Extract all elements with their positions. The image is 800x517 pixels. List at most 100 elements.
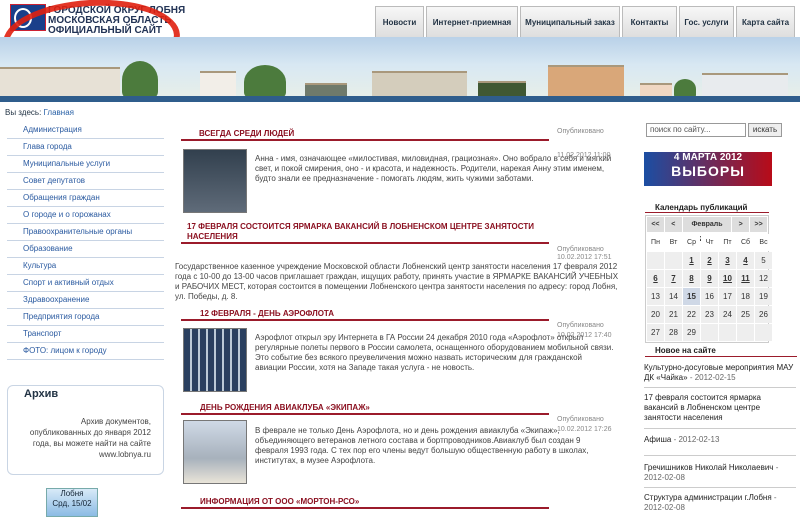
calendar-day-link[interactable]: 2 [701, 252, 718, 269]
new-on-site-underline [645, 356, 797, 357]
article-title[interactable]: ИНФОРМАЦИЯ ОТ ООО «МОРТОН-РСО» [200, 497, 359, 507]
calendar-day-link[interactable]: 11 [737, 270, 754, 287]
breadcrumb-current[interactable]: Главная [44, 108, 74, 117]
search-button[interactable]: искать [748, 123, 782, 137]
left-sidebar-menu: Администрация Глава города Муниципальные… [7, 122, 164, 360]
calendar-weekday: Вт [665, 234, 682, 251]
calendar-prev-year[interactable]: << [647, 217, 664, 232]
divider [644, 455, 796, 456]
article-title-underline [181, 242, 549, 244]
new-item-date: - 2012-02-15 [689, 373, 736, 382]
menu-sport[interactable]: Спорт и активный отдых [7, 275, 164, 292]
article-title[interactable]: ВСЕГДА СРЕДИ ЛЮДЕЙ [199, 129, 294, 139]
new-item-title: Афиша [644, 435, 672, 444]
calendar-weekday: Пт [719, 234, 736, 251]
menu-municipal-services[interactable]: Муниципальные услуги [7, 156, 164, 173]
header: ГОРОДСКОЙ ОКРУГ ЛОБНЯ МОСКОВСКАЯ ОБЛАСТЬ… [0, 0, 800, 102]
menu-about-city[interactable]: О городе и о горожанах [7, 207, 164, 224]
calendar-day: 23 [701, 306, 718, 323]
calendar-day-link[interactable]: 4 [737, 252, 754, 269]
menu-enterprises[interactable]: Предприятия города [7, 309, 164, 326]
calendar-day: 12 [755, 270, 772, 287]
widget-city: Лобня [60, 489, 84, 498]
new-on-site-title: Новое на сайте [655, 346, 716, 355]
calendar-month-label: Февраль 2012 [682, 217, 732, 243]
article-title-continued[interactable]: НАСЕЛЕНИЯ [187, 232, 238, 242]
nav-tab-contacts[interactable]: Контакты [622, 6, 677, 38]
article-title[interactable]: 12 ФЕВРАЛЯ - ДЕНЬ АЭРОФЛОТА [200, 309, 334, 319]
article-published-label: Опубликовано [557, 246, 604, 253]
calendar-grid: Пн Вт Ср Чт Пт Сб Вс 1 2 3 4 5 6 7 8 9 10 11 12 13 14 15 16 17 1… [646, 233, 772, 342]
menu-transport[interactable]: Транспорт [7, 326, 164, 343]
menu-culture[interactable]: Культура [7, 258, 164, 275]
menu-health[interactable]: Здравоохранение [7, 292, 164, 309]
calendar-day [737, 324, 754, 341]
article-photo[interactable] [183, 328, 247, 392]
new-item[interactable]: Культурно-досуговые мероприятия МАУ ДК «… [644, 363, 796, 383]
new-item[interactable]: Афиша - 2012-02-13 [644, 435, 796, 445]
divider [644, 487, 796, 488]
calendar-day-link[interactable]: 9 [701, 270, 718, 287]
article-published-label: Опубликовано [557, 322, 604, 329]
new-item-date: - 2012-02-13 [673, 435, 720, 444]
menu-administration[interactable]: Администрация [7, 122, 164, 139]
nav-tab-municipal-order[interactable]: Муниципальный заказ [520, 6, 620, 38]
calendar-day-link[interactable]: 1 [683, 252, 700, 269]
menu-photo[interactable]: ФОТО: лицом к городу [7, 343, 164, 360]
search-input[interactable]: поиск по сайту... [646, 123, 746, 137]
calendar-day-link[interactable]: 6 [647, 270, 664, 287]
calendar-day: 25 [737, 306, 754, 323]
new-item[interactable]: Гречишников Николай Николаевич - 2012-02… [644, 463, 796, 483]
nav-tab-gov-services[interactable]: Гос. услуги [679, 6, 734, 38]
elections-label: ВЫБОРЫ [671, 163, 745, 179]
calendar-next-year[interactable]: >> [750, 217, 768, 232]
calendar-weekday: Ср [683, 234, 700, 251]
nav-tab-news[interactable]: Новости [375, 6, 424, 38]
menu-head-of-city[interactable]: Глава города [7, 139, 164, 156]
calendar-day: 16 [701, 288, 718, 305]
archive-box: Архив Архив документов, опубликованных д… [7, 385, 164, 475]
calendar-day: 19 [755, 288, 772, 305]
calendar-day: 21 [665, 306, 682, 323]
article-photo[interactable] [183, 149, 247, 213]
new-item[interactable]: Структура администрации г.Лобня - 2012-0… [644, 493, 796, 513]
article-photo[interactable] [183, 420, 247, 484]
new-item-title: Структура администрации г.Лобня [644, 493, 772, 502]
calendar-next-month[interactable]: > [732, 217, 750, 232]
nav-tab-reception[interactable]: Интернет-приемная [426, 6, 518, 38]
elections-date: 4 МАРТА 2012 [673, 152, 743, 163]
calendar-day: 14 [665, 288, 682, 305]
calendar-day: 24 [719, 306, 736, 323]
menu-law-enforcement[interactable]: Правоохранительные органы [7, 224, 164, 241]
archive-title: Архив [22, 388, 61, 400]
article-title[interactable]: ДЕНЬ РОЖДЕНИЯ АВИАКЛУБА «ЭКИПАЖ» [200, 403, 370, 413]
article-title-underline [181, 319, 549, 321]
calendar-day: 29 [683, 324, 700, 341]
menu-education[interactable]: Образование [7, 241, 164, 258]
article-title-underline [181, 139, 549, 141]
new-item-title: Гречишников Николай Николаевич [644, 463, 774, 472]
article-text: Государственное казенное учреждение Моск… [175, 262, 619, 301]
banner-station [372, 71, 467, 99]
article-date: 10.02.2012 17:51 [557, 254, 612, 261]
publication-calendar: << < Февраль 2012 > >> ПнВтСрЧтПтСбВс123… [645, 215, 772, 343]
banner-church [200, 71, 236, 99]
nav-tab-sitemap[interactable]: Карта сайта [736, 6, 795, 38]
calendar-day: 22 [683, 306, 700, 323]
weather-widget[interactable]: Лобня Срд, 15/02 [46, 488, 98, 517]
calendar-day: 17 [719, 288, 736, 305]
breadcrumb-prefix: Вы здесь: [5, 108, 42, 117]
elections-banner[interactable]: 4 МАРТА 2012 ВЫБОРЫ [644, 152, 772, 186]
calendar-prev-month[interactable]: < [664, 217, 682, 232]
article-title[interactable]: 17 ФЕВРАЛЯ СОСТОИТСЯ ЯРМАРКА ВАКАНСИЙ В … [187, 222, 534, 232]
new-item[interactable]: 17 февраля состоится ярмарка вакансий в … [644, 393, 796, 423]
calendar-day-link[interactable]: 8 [683, 270, 700, 287]
menu-citizen-requests[interactable]: Обращения граждан [7, 190, 164, 207]
calendar-day-link[interactable]: 10 [719, 270, 736, 287]
calendar-day-link[interactable]: 3 [719, 252, 736, 269]
article-text: В феврале не только День Аэрофлота, но и… [255, 426, 589, 465]
calendar-day-link[interactable]: 7 [665, 270, 682, 287]
article-title-underline [181, 413, 549, 415]
menu-council[interactable]: Совет депутатов [7, 173, 164, 190]
calendar-day [719, 324, 736, 341]
